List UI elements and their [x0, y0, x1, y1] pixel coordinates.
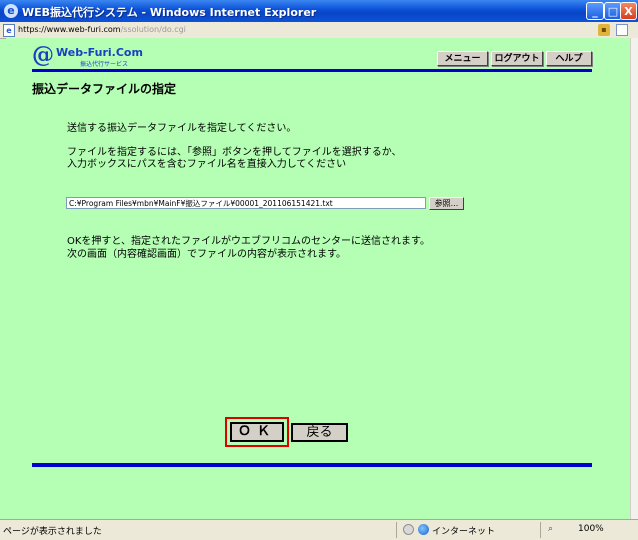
logo-name: Web-Furi.Com	[56, 46, 143, 59]
instructions-line-2: 入力ボックスにパスを含むファイル名を直接入力してください	[67, 159, 347, 170]
help-button[interactable]: ヘルプ	[546, 51, 592, 66]
status-separator	[396, 522, 397, 538]
header-rule	[32, 69, 592, 72]
address-bar[interactable]: e https://www.web-furi.com/ssolution/do.…	[0, 22, 638, 39]
url-host: https://www.web-furi.com	[18, 25, 121, 34]
status-separator	[540, 522, 541, 538]
ie-icon: e	[4, 4, 18, 18]
globe-icon	[418, 524, 429, 535]
security-zone: インターネット	[432, 527, 496, 537]
intro-text: 送信する振込データファイルを指定してください。	[67, 123, 297, 134]
status-text: ページが表示されました	[3, 527, 102, 537]
status-bar: ページが表示されました インターネット ⌕ 100%	[0, 519, 638, 540]
back-button[interactable]: 戻る	[291, 423, 348, 442]
logo-tagline: 振込代行サービス	[80, 61, 129, 68]
window-title-bar[interactable]: e WEB振込代行システム - Windows Internet Explore…	[0, 0, 638, 22]
page-tool-icon[interactable]	[616, 24, 628, 36]
logout-button[interactable]: ログアウト	[491, 51, 543, 66]
zoom-level[interactable]: 100%	[578, 524, 604, 534]
blocked-icon[interactable]	[403, 524, 414, 535]
ok-highlight: ＯＫ	[225, 417, 289, 447]
window-title: WEB振込代行システム - Windows Internet Explorer	[22, 6, 317, 19]
close-button[interactable]: X	[620, 2, 637, 20]
zoom-icon[interactable]: ⌕	[548, 524, 553, 534]
footer-rule	[32, 463, 592, 467]
note-line-2: 次の画面（内容確認画面）でファイルの内容が表示されます。	[67, 249, 346, 260]
lock-icon[interactable]: ▪	[598, 24, 610, 36]
minimize-button[interactable]: _	[586, 2, 604, 20]
browse-button[interactable]: 参照...	[429, 197, 464, 210]
scrollbar[interactable]	[630, 38, 638, 519]
file-path-field[interactable]: C:¥Program Files¥mbn¥MainF¥振込ファイル¥00001_…	[66, 197, 426, 209]
note-line-1: OKを押すと、指定されたファイルがウエブフリコムのセンターに送信されます。	[67, 236, 431, 247]
menu-button[interactable]: メニュー	[437, 51, 488, 66]
ok-button[interactable]: ＯＫ	[230, 422, 284, 442]
page-content: @ Web-Furi.Com 振込代行サービス メニュー ログアウト ヘルプ 振…	[6, 38, 630, 519]
page-icon: e	[3, 24, 15, 37]
page-title: 振込データファイルの指定	[32, 82, 177, 96]
url-path: /ssolution/do.cgi	[120, 25, 186, 34]
logo-at-mark: @	[32, 42, 54, 68]
address-url[interactable]: https://www.web-furi.com/ssolution/do.cg…	[18, 23, 186, 37]
